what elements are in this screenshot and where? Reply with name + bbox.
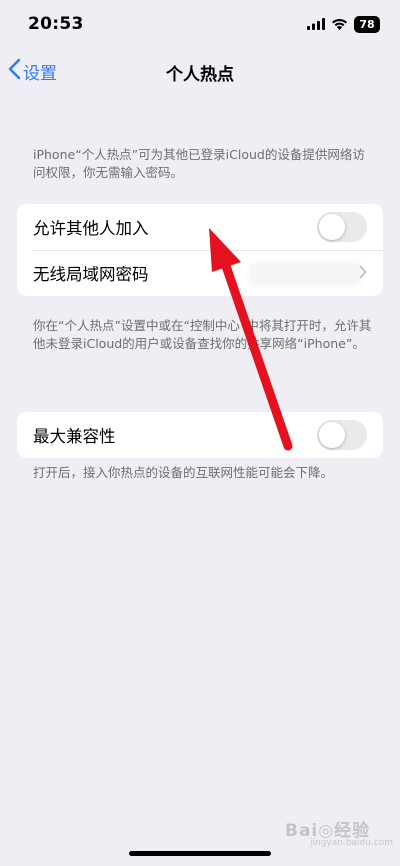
wifi-icon <box>331 15 348 34</box>
redacted-password-value <box>249 262 361 286</box>
allow-others-toggle[interactable] <box>317 212 367 242</box>
battery-icon: 78 <box>354 16 380 33</box>
page-title: 个人热点 <box>166 65 234 85</box>
wifi-password-row[interactable]: 无线局域网密码 <box>17 250 383 296</box>
allow-others-label: 允许其他人加入 <box>33 219 149 238</box>
status-icons: 78 <box>307 15 380 34</box>
status-time: 20:53 <box>28 14 84 34</box>
allow-others-row: 允许其他人加入 <box>17 204 383 250</box>
compat-footnote: 打开后，接入你热点的设备的互联网性能可能会下降。 <box>33 465 334 480</box>
settings-group-compatibility: 最大兼容性 <box>17 412 383 458</box>
home-indicator[interactable] <box>129 851 271 856</box>
cellular-signal-icon <box>307 15 325 34</box>
toggle-knob <box>319 214 345 240</box>
status-bar: 20:53 78 <box>0 0 400 50</box>
watermark-url: jingyan.baidu.com <box>310 838 394 848</box>
wifi-password-label: 无线局域网密码 <box>33 265 149 284</box>
settings-group-hotspot: 允许其他人加入 无线局域网密码 <box>17 204 383 296</box>
hotspot-footnote: 你在“个人热点”设置中或在“控制中心”中将其打开时，允许其他未登录iCloud的… <box>33 318 372 351</box>
chevron-right-icon <box>359 264 367 283</box>
intro-footnote: iPhone“个人热点”可为其他已登录iCloud的设备提供网络访问权限，你无需… <box>33 147 365 180</box>
max-compat-toggle[interactable] <box>317 420 367 450</box>
max-compat-row: 最大兼容性 <box>17 412 383 458</box>
toggle-knob <box>319 422 345 448</box>
max-compat-label: 最大兼容性 <box>33 427 116 446</box>
navigation-bar: 设置 个人热点 <box>0 52 400 92</box>
